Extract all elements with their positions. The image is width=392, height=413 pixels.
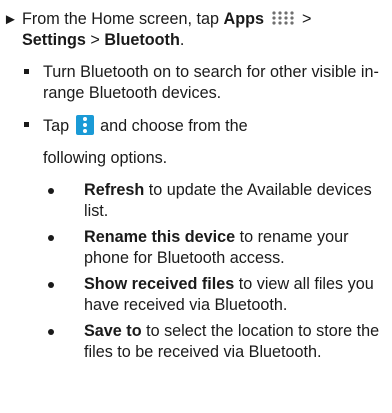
- apps-grid-icon: [271, 11, 297, 25]
- separator-2: >: [85, 31, 105, 49]
- option-name: Rename this device: [84, 228, 236, 246]
- bullet-text: Turn Bluetooth on to search for other vi…: [43, 63, 379, 102]
- option-name: Save to: [84, 322, 142, 340]
- step-arrow-icon: ►: [3, 11, 18, 28]
- option-item-show-received: Show received files to view all files yo…: [0, 274, 392, 316]
- bluetooth-label: Bluetooth: [104, 31, 180, 49]
- tap-prefix: Tap: [43, 117, 74, 135]
- separator-1: >: [297, 10, 312, 28]
- step-text-prefix: From the Home screen, tap: [22, 10, 224, 28]
- option-item-rename: Rename this device to rename your phone …: [0, 227, 392, 269]
- bullet-turn-on: Turn Bluetooth on to search for other vi…: [0, 62, 392, 104]
- option-name: Refresh: [84, 181, 145, 199]
- round-bullet-icon: [48, 188, 54, 194]
- square-bullet-icon: [24, 69, 29, 74]
- more-options-icon: [75, 115, 94, 135]
- round-bullet-icon: [48, 282, 54, 288]
- option-item-refresh: Refresh to update the Available devices …: [0, 180, 392, 222]
- tap-suffix: and choose from the: [95, 117, 248, 135]
- round-bullet-icon: [48, 329, 54, 335]
- step-line: ► From the Home screen, tap Apps > Setti…: [0, 9, 392, 51]
- round-bullet-icon: [48, 235, 54, 241]
- square-bullet-icon: [24, 122, 29, 127]
- apps-label: Apps: [223, 10, 264, 28]
- settings-label: Settings: [22, 31, 86, 49]
- tap-line-2: following options.: [43, 149, 168, 167]
- bullet-tap-menu: Tap and choose from the: [0, 115, 392, 137]
- option-name: Show received files: [84, 275, 235, 293]
- option-item-save-to: Save to to select the location to store …: [0, 321, 392, 363]
- instruction-step: ► From the Home screen, tap Apps > Setti…: [0, 9, 392, 363]
- step-suffix: .: [179, 31, 185, 49]
